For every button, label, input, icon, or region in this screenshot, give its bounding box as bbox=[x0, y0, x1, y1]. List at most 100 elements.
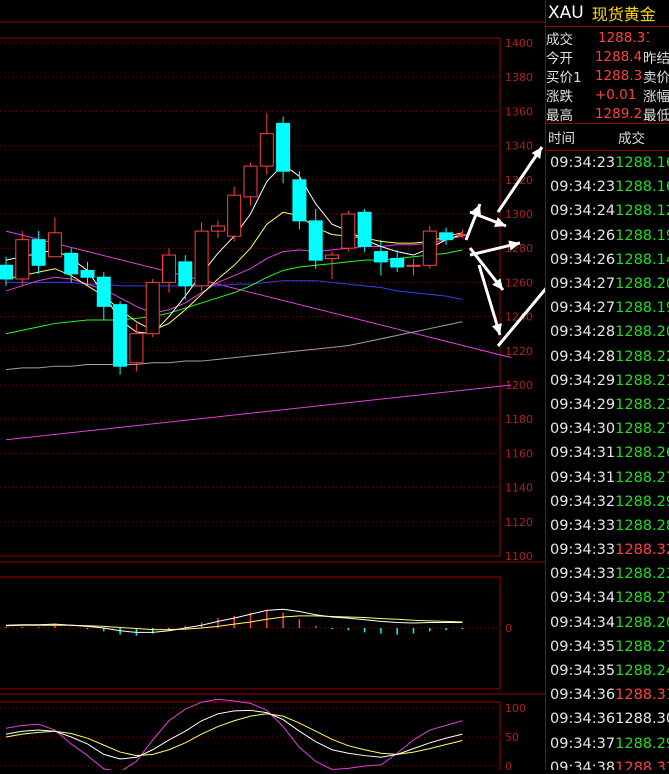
tick-time: 09:34:37 bbox=[550, 735, 616, 752]
tick-row: 09:34:241288.12 bbox=[546, 199, 669, 223]
annotation-arrow-shaft bbox=[477, 264, 502, 336]
tick-row: 09:34:311288.27 bbox=[546, 465, 669, 489]
candle-down bbox=[276, 122, 291, 172]
tick-time: 09:34:24 bbox=[550, 203, 616, 220]
candle-down bbox=[357, 211, 372, 247]
candle-up bbox=[406, 264, 421, 267]
tick-price: 1288.31 bbox=[615, 759, 669, 770]
price-tick-label: 1180 bbox=[505, 413, 533, 426]
tick-time: 09:34:30 bbox=[550, 421, 616, 438]
tick-time: 09:34:23 bbox=[550, 179, 616, 196]
tick-price: 1288.23 bbox=[615, 566, 669, 583]
candle-up bbox=[227, 194, 242, 237]
kdj-panel-frame bbox=[0, 701, 501, 773]
price-tick-label: 1380 bbox=[505, 71, 533, 84]
kdj-d-line bbox=[5, 713, 463, 757]
tick-row: 09:34:291288.21 bbox=[546, 369, 669, 393]
tick-time: 09:34:26 bbox=[550, 251, 616, 268]
quote-row: 最高 1289.2 最低 bbox=[546, 104, 669, 124]
tick-row: 09:34:281288.20 bbox=[546, 320, 669, 344]
quote-value: 1288.31 bbox=[598, 29, 649, 46]
chart-svg[interactable]: 1400138013601340132013001280126012401220… bbox=[0, 0, 580, 773]
ma-gray-line bbox=[5, 321, 463, 371]
macd-panel-frame bbox=[0, 576, 501, 690]
price-tick-label: 1340 bbox=[505, 140, 533, 153]
tick-time: 09:34:33 bbox=[550, 566, 616, 583]
tick-time: 09:34:31 bbox=[550, 445, 616, 462]
candle-down bbox=[0, 264, 13, 280]
tick-time: 09:34:27 bbox=[550, 276, 616, 293]
tick-row: 09:34:361288.31 bbox=[546, 683, 669, 707]
tick-row: 09:34:261288.19 bbox=[546, 224, 669, 248]
tick-row: 09:34:331288.32 bbox=[546, 538, 669, 562]
candle-up bbox=[15, 239, 30, 280]
price-tick-label: 1120 bbox=[505, 516, 533, 529]
quote-value: 1288.3 bbox=[594, 67, 643, 84]
tick-time: 09:34:31 bbox=[550, 469, 616, 486]
tick-list[interactable]: 09:34:231288.1609:34:231288.1609:34:2412… bbox=[546, 151, 669, 770]
ma-blue-line bbox=[6, 280, 463, 300]
quote-row: 涨跌 +0.01 涨幅 bbox=[546, 85, 669, 105]
candle-up bbox=[325, 254, 339, 259]
tick-row: 09:34:341288.27 bbox=[546, 586, 669, 610]
quote-label: 涨跌 bbox=[546, 88, 573, 105]
tick-price: 1288.14 bbox=[615, 251, 669, 268]
trend-line bbox=[5, 384, 512, 441]
tick-row: 09:34:271288.20 bbox=[546, 272, 669, 296]
candle-up bbox=[145, 281, 160, 335]
candle-up bbox=[259, 133, 274, 167]
tick-price: 1288.24 bbox=[615, 663, 669, 680]
quote-label2: 最低 bbox=[643, 107, 669, 124]
quote-label2: 涨幅 bbox=[643, 88, 669, 105]
price-tick-label: 1400 bbox=[505, 37, 533, 50]
quote-value: 1289.2 bbox=[594, 105, 643, 122]
quote-value: +0.01 bbox=[594, 86, 637, 103]
tick-time: 09:34:28 bbox=[550, 348, 616, 365]
price-tick-label: 1140 bbox=[505, 482, 533, 495]
kline-chart-area[interactable]: 1400138013601340132013001280126012401220… bbox=[0, 0, 580, 773]
candle-up bbox=[162, 254, 176, 283]
tick-row: 09:34:311288.26 bbox=[546, 441, 669, 465]
symbol-header: XAU 现货黄金 bbox=[546, 0, 669, 27]
candle-up bbox=[194, 230, 209, 287]
candle-up bbox=[47, 232, 62, 258]
tick-time: 09:34:36 bbox=[550, 687, 616, 704]
tick-price: 1288.22 bbox=[615, 348, 669, 365]
tick-time: 09:34:29 bbox=[550, 372, 616, 389]
tick-price: 1288.32 bbox=[615, 542, 669, 559]
tick-time: 09:34:28 bbox=[550, 324, 616, 341]
tick-row: 09:34:381288.31 bbox=[546, 756, 669, 770]
quote-row: 买价1 1288.3 卖价 bbox=[546, 66, 669, 86]
tick-time: 09:34:34 bbox=[550, 590, 616, 607]
quote-label: 成交 bbox=[546, 31, 573, 48]
candle-up bbox=[210, 225, 225, 232]
tick-row: 09:34:231288.16 bbox=[546, 175, 669, 199]
quote-row: 今开 1288.4 昨结 bbox=[546, 47, 669, 67]
tick-row: 09:34:351288.27 bbox=[546, 635, 669, 659]
symbol-code: XAU bbox=[548, 3, 584, 23]
tick-row: 09:34:351288.24 bbox=[546, 659, 669, 683]
price-tick-label: 1160 bbox=[505, 447, 533, 460]
tick-price: 1288.20 bbox=[615, 614, 669, 631]
kdj-tick-label: 50 bbox=[505, 731, 519, 744]
tick-row: 09:34:321288.29 bbox=[546, 490, 669, 514]
tick-time: 09:34:29 bbox=[550, 396, 616, 413]
tick-row: 09:34:361288.30 bbox=[546, 707, 669, 731]
quote-label: 买价1 bbox=[546, 69, 582, 86]
tick-time: 09:34:34 bbox=[550, 614, 616, 631]
tick-price: 1288.12 bbox=[615, 203, 669, 220]
macd-tick-label: 0 bbox=[505, 622, 512, 635]
candle-up bbox=[422, 230, 437, 266]
tick-time: 09:34:33 bbox=[550, 517, 616, 534]
tick-row: 09:34:261288.14 bbox=[546, 248, 669, 272]
tick-price: 1288.29 bbox=[615, 493, 669, 510]
tick-time: 09:34:35 bbox=[550, 663, 616, 680]
candle-down bbox=[292, 179, 307, 222]
price-tick-label: 1100 bbox=[505, 550, 533, 563]
tick-row: 09:34:271288.19 bbox=[546, 296, 669, 320]
candle-up bbox=[129, 333, 144, 364]
tick-time: 09:34:26 bbox=[550, 227, 616, 244]
price-tick-label: 1300 bbox=[505, 208, 533, 221]
quote-row: 成交 1288.31 bbox=[546, 28, 669, 48]
quote-label: 今开 bbox=[546, 50, 573, 67]
